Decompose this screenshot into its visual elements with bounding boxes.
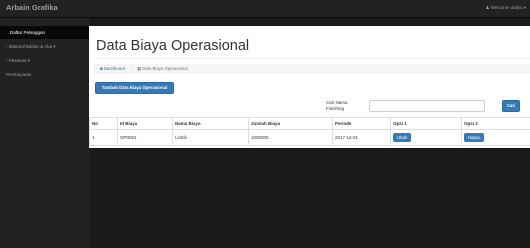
brand-title[interactable]: Arbain Grafika	[6, 3, 58, 12]
breadcrumb-current: ▦ Data Biaya Operasional	[137, 66, 188, 72]
header-nama-biaya: Nama Biaya	[172, 117, 249, 130]
breadcrumb-current-label: Data Biaya Operasional	[142, 66, 188, 71]
top-navbar: Arbain Grafika ♟ Welcome dailyo ▾	[0, 0, 530, 18]
breadcrumb: ◙ Dashboard / ▦ Data Biaya Operasional	[93, 64, 530, 74]
sidebar-item-label: Pesanan	[8, 58, 27, 63]
caret-down-icon: ▾	[27, 58, 30, 63]
cell-id: OP0001	[117, 129, 173, 146]
caret-down-icon: ▾	[523, 5, 526, 10]
header-periode: Periode	[332, 117, 391, 130]
cell-opsi2: Hapus	[461, 129, 530, 146]
sidebar-item-daftar-pelanggan[interactable]: Daftar Pelanggan	[0, 26, 89, 39]
header-jumlah-biaya: Jumlah Biaya	[248, 117, 333, 130]
ubah-button[interactable]: Ubah	[393, 133, 412, 142]
breadcrumb-dashboard[interactable]: ◙ Dashboard	[100, 66, 125, 71]
sidebar-item-label: Material Bahan & Alat	[8, 44, 52, 49]
table-row: 1 OP0001 Listrik 1000000 2017-12-01 Ubah…	[89, 129, 530, 146]
search-label: Cari Nama Finishing	[326, 100, 348, 111]
list-icon: ⁝	[6, 58, 8, 63]
sidebar-item-material[interactable]: ⁝ Material Bahan & Alat ▾	[0, 40, 89, 53]
title-divider	[96, 58, 530, 59]
breadcrumb-separator: /	[131, 66, 133, 71]
header-opsi1: Opsi 1	[390, 117, 462, 130]
dashboard-icon: ◙	[100, 66, 103, 71]
list-icon: ⁝	[6, 44, 8, 49]
biaya-table: No Id Biaya Nama Biaya Jumlah Biaya Peri…	[89, 117, 530, 146]
sidebar: Daftar Pelanggan ⁝ Material Bahan & Alat…	[0, 18, 89, 248]
hapus-button[interactable]: Hapus	[464, 133, 485, 142]
sidebar-item-label: Pembayaran	[6, 72, 32, 77]
search-label-line1: Cari Nama	[326, 100, 348, 105]
cell-nama: Listrik	[172, 129, 249, 146]
table-icon: ▦	[137, 66, 142, 71]
sidebar-item-pesanan[interactable]: ⁝ Pesanan ▾	[0, 54, 89, 67]
breadcrumb-home-label: Dashboard	[103, 66, 125, 71]
page-title: Data Biaya Operasional	[96, 38, 250, 54]
user-icon: ♟	[485, 5, 490, 10]
add-biaya-button[interactable]: Tambah Data Biaya Operasional	[95, 82, 174, 94]
header-no: No	[89, 117, 118, 130]
user-menu[interactable]: ♟ Welcome dailyo ▾	[485, 5, 526, 11]
main-content: Data Biaya Operasional ◙ Dashboard / ▦ D…	[89, 26, 530, 148]
cell-no: 1	[89, 129, 118, 146]
caret-down-icon: ▾	[53, 44, 56, 49]
sidebar-item-pembayaran[interactable]: Pembayaran	[0, 68, 89, 81]
cell-jumlah: 1000000	[248, 129, 333, 146]
header-opsi2: Opsi 2	[461, 117, 530, 130]
sidebar-item-label: Daftar Pelanggan	[10, 30, 46, 35]
search-label-line2: Finishing	[326, 105, 345, 111]
table-header-row: No Id Biaya Nama Biaya Jumlah Biaya Peri…	[89, 117, 530, 130]
search-input[interactable]	[369, 100, 485, 112]
cell-opsi1: Ubah	[390, 129, 462, 146]
header-id-biaya: Id Biaya	[117, 117, 173, 130]
search-button[interactable]: Cari	[502, 100, 520, 112]
cell-periode: 2017-12-01	[332, 129, 391, 146]
welcome-label: Welcome dailyo	[490, 5, 523, 10]
